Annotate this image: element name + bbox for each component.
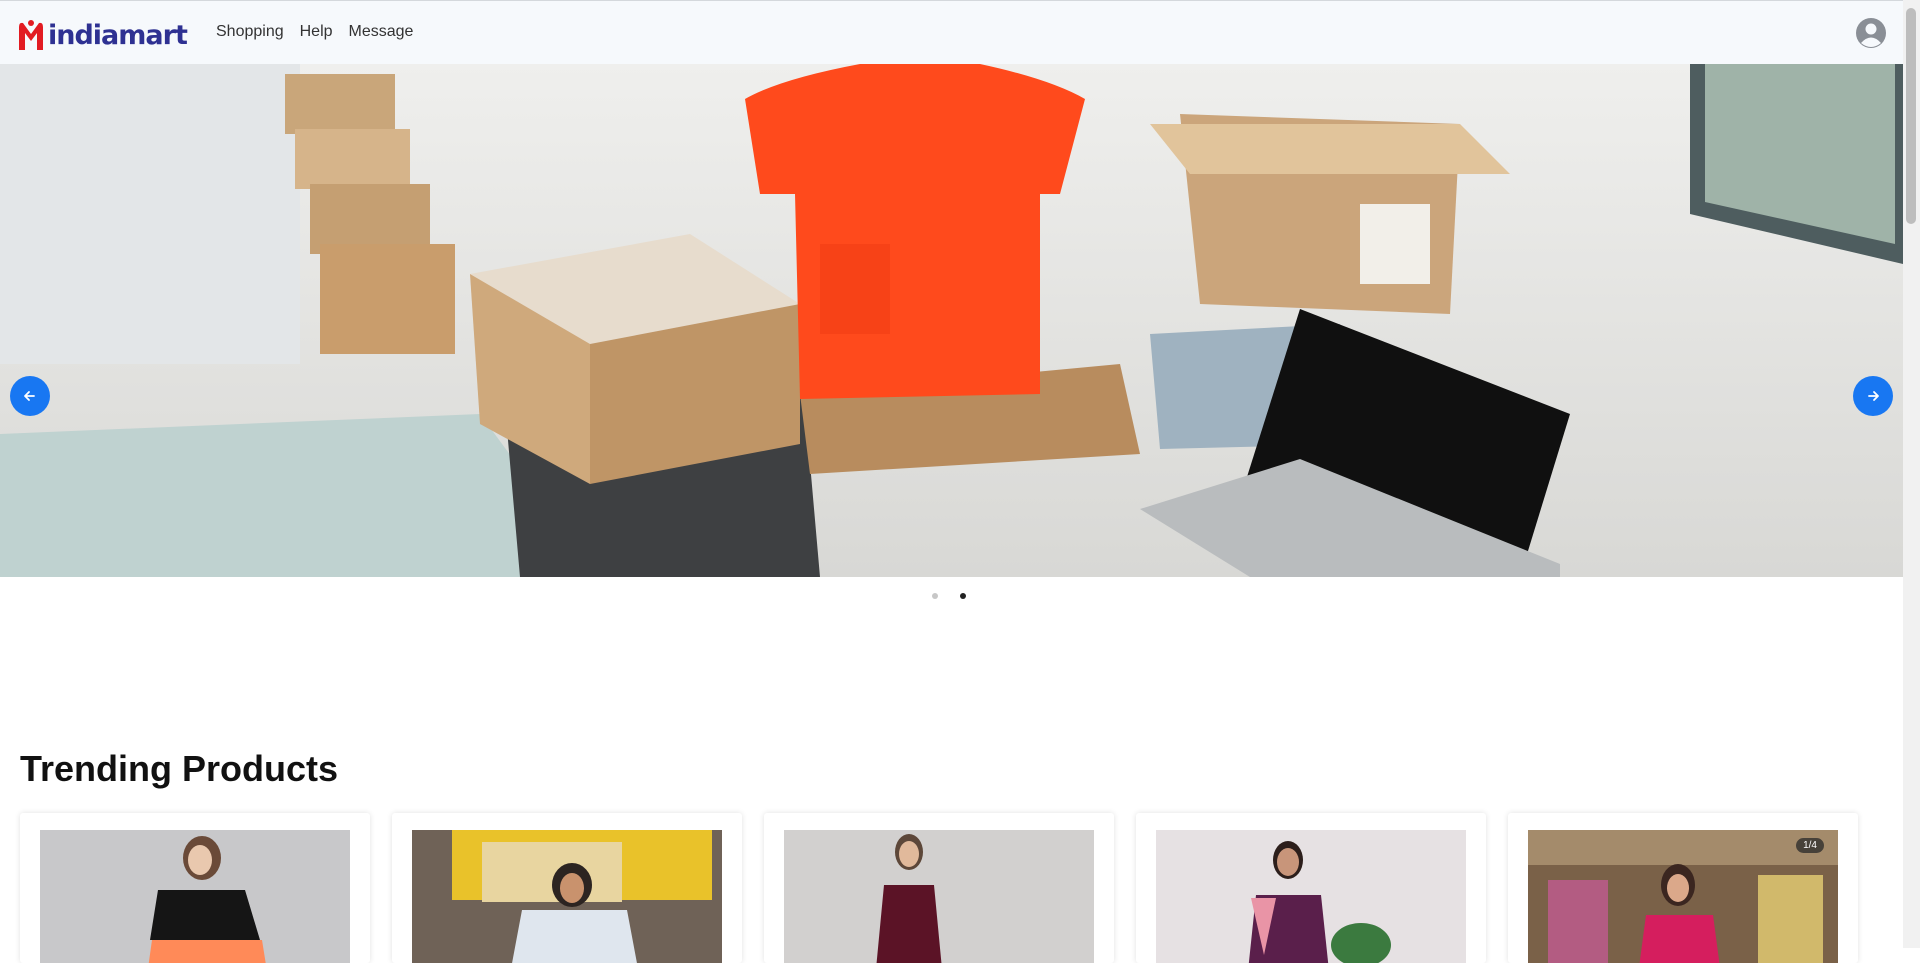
product-card[interactable]: [1136, 813, 1486, 963]
nav-shopping[interactable]: Shopping: [216, 23, 284, 41]
brand-logo[interactable]: indiamart: [16, 17, 188, 53]
indiamart-logo-icon: [19, 20, 43, 50]
section-title: Trending Products: [20, 748, 339, 789]
logo-text: indiamart: [48, 19, 188, 51]
hero-slide-image: [0, 64, 1903, 577]
nav-message[interactable]: Message: [349, 23, 414, 41]
carousel-indicators: [932, 593, 966, 599]
carousel-next-button[interactable]: [1853, 376, 1893, 416]
user-circle-icon[interactable]: [1855, 17, 1887, 49]
nav-help[interactable]: Help: [300, 23, 333, 41]
product-image: [412, 830, 722, 963]
product-image: 1/4: [1528, 830, 1838, 963]
arrow-left-icon: [24, 391, 35, 401]
product-image: [40, 830, 350, 963]
image-counter-badge: 1/4: [1796, 838, 1824, 853]
product-card[interactable]: [392, 813, 742, 963]
product-card[interactable]: [764, 813, 1114, 963]
carousel-dot-1[interactable]: [932, 593, 938, 599]
hero-carousel[interactable]: [0, 64, 1903, 577]
scrollbar-thumb[interactable]: [1906, 8, 1916, 224]
product-image: [1156, 830, 1466, 963]
product-image: [784, 830, 1094, 963]
top-navbar: indiamart Shopping Help Message: [0, 0, 1903, 64]
product-list: 1/4: [20, 813, 1860, 963]
product-card[interactable]: 1/4: [1508, 813, 1858, 963]
arrow-right-icon: [1868, 391, 1879, 401]
carousel-dot-2[interactable]: [960, 593, 966, 599]
main-nav: Shopping Help Message: [216, 23, 413, 41]
product-card[interactable]: [20, 813, 370, 963]
carousel-prev-button[interactable]: [10, 376, 50, 416]
